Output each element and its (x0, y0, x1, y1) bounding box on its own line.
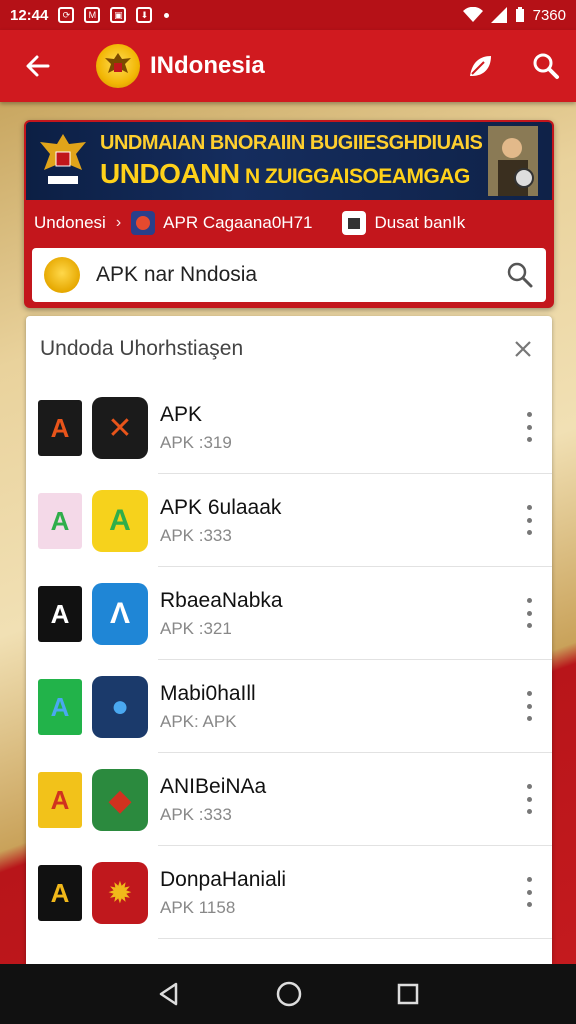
download-icon: ⬇ (136, 7, 153, 23)
back-button[interactable] (16, 44, 60, 88)
app-logo-icon: A (92, 490, 148, 552)
breadcrumb-item-category[interactable]: APR Cagaana0H71 (163, 213, 312, 233)
app-logo-icon: ◆ (92, 769, 148, 831)
divider (158, 938, 552, 939)
app-thumbnail-icon: A (38, 400, 82, 456)
garuda-emblem-icon (96, 44, 140, 88)
list-item[interactable]: A Λ RbaeaNabka APK :321 (26, 568, 552, 660)
nav-recents-icon[interactable] (396, 982, 420, 1006)
app-name: APK (160, 403, 203, 426)
banner-line-2b: N ZUIGGAISOEAMGAG (239, 165, 470, 188)
app-name: DonpaHaniali (160, 868, 287, 891)
notification-dot-icon (164, 12, 170, 18)
results-panel: Undoda Uhorhstiaşen A ✕ APK APK :319 A A… (26, 316, 552, 964)
app-logo-icon: ● (92, 676, 148, 738)
garuda-small-icon (44, 257, 80, 293)
search-icon[interactable] (506, 261, 534, 289)
app-name: RbaeaNabka (160, 589, 283, 612)
more-options-icon[interactable] (524, 691, 534, 721)
sync-icon: ⟳ (58, 7, 75, 23)
nav-home-icon[interactable] (275, 980, 303, 1008)
leaf-icon[interactable] (466, 52, 494, 80)
app-subtitle: APK :333 (160, 805, 232, 824)
wifi-icon (462, 7, 483, 22)
search-field[interactable]: APK nar Nndosia (32, 248, 546, 302)
search-input[interactable]: APK nar Nndosia (96, 263, 506, 287)
apk-category-icon (131, 211, 156, 235)
list-item[interactable]: A A APK 6ulaaak APK :333 (26, 475, 552, 567)
app-subtitle: APK :333 (160, 526, 232, 545)
more-options-icon[interactable] (524, 505, 534, 535)
battery-level: 7360 (532, 6, 566, 24)
app-bar: INdonesia (0, 30, 576, 102)
app-subtitle: APK :321 (160, 619, 232, 638)
app-thumbnail-icon: A (38, 586, 82, 642)
list-item[interactable]: A ◆ ANIBeiNAa APK :333 (26, 754, 552, 846)
officer-figure-icon (488, 126, 538, 196)
app-thumbnail-icon: A (38, 772, 82, 828)
banner-line-2a: UNDOANN (100, 158, 240, 189)
more-options-icon[interactable] (524, 877, 534, 907)
close-button[interactable] (508, 334, 538, 364)
chevron-right-icon: › (115, 214, 122, 231)
more-options-icon[interactable] (524, 784, 534, 814)
panel-title: Undoda Uhorhstiaşen (40, 337, 244, 360)
divider (158, 845, 552, 846)
search-icon[interactable] (532, 52, 560, 80)
app-logo-icon: ✹ (92, 862, 148, 924)
app-thumbnail-icon: A (38, 679, 82, 735)
bank-icon (342, 211, 367, 235)
garuda-icon (40, 134, 86, 184)
divider (158, 566, 552, 567)
breadcrumb-item-home[interactable]: Undonesi (34, 213, 106, 233)
divider (158, 752, 552, 753)
app-subtitle: APK: APK (160, 712, 237, 731)
list-item[interactable]: A ✹ DonpaHaniali APK 1158 (26, 847, 552, 939)
app-name: Mabi0haIll (160, 682, 256, 705)
status-time: 12:44 (10, 6, 49, 24)
battery-icon (515, 7, 524, 22)
banner-card: UNDMAIAN BNORAIIN BUGIIESGHDIUAIS UNDOAN… (24, 120, 554, 308)
app-name: APK 6ulaaak (160, 496, 282, 519)
app-subtitle: APK 1158 (160, 898, 236, 917)
promo-banner[interactable]: UNDMAIAN BNORAIIN BUGIIESGHDIUAIS UNDOAN… (26, 122, 552, 200)
status-bar: 12:44 ⟳ M ▣ ⬇ 7360 (0, 0, 576, 30)
nav-back-icon[interactable] (156, 981, 182, 1007)
app-thumbnail-icon: A (38, 493, 82, 549)
app-logo-icon: ✕ (92, 397, 148, 459)
gallery-icon: ▣ (110, 7, 127, 23)
breadcrumb: Undonesi › APR Cagaana0H71 Dusat banIk (24, 202, 554, 244)
more-options-icon[interactable] (524, 598, 534, 628)
close-icon (515, 341, 531, 357)
divider (158, 473, 552, 474)
navigation-bar (0, 964, 576, 1024)
banner-line-1: UNDMAIAN BNORAIIN BUGIIESGHDIUAIS (100, 132, 483, 154)
app-logo-icon: Λ (92, 583, 148, 645)
app-name: ANIBeiNAa (160, 775, 267, 798)
breadcrumb-item-bank[interactable]: Dusat banIk (374, 213, 465, 233)
list-item[interactable]: A ✕ APK APK :319 (26, 382, 552, 474)
divider (158, 659, 552, 660)
app-subtitle: APK :319 (160, 433, 232, 452)
signal-icon (490, 7, 507, 23)
page-title: INdonesia (150, 52, 265, 79)
back-arrow-icon (26, 55, 50, 77)
panel-header: Undoda Uhorhstiaşen (26, 316, 552, 382)
app-thumbnail-icon: A (38, 865, 82, 921)
notification-icon: M (84, 7, 101, 23)
banner-line-2: UNDOANN N ZUIGGAISOEAMGAG (100, 158, 470, 190)
list-item[interactable]: A ● Mabi0haIll APK: APK (26, 661, 552, 753)
more-options-icon[interactable] (524, 412, 534, 442)
